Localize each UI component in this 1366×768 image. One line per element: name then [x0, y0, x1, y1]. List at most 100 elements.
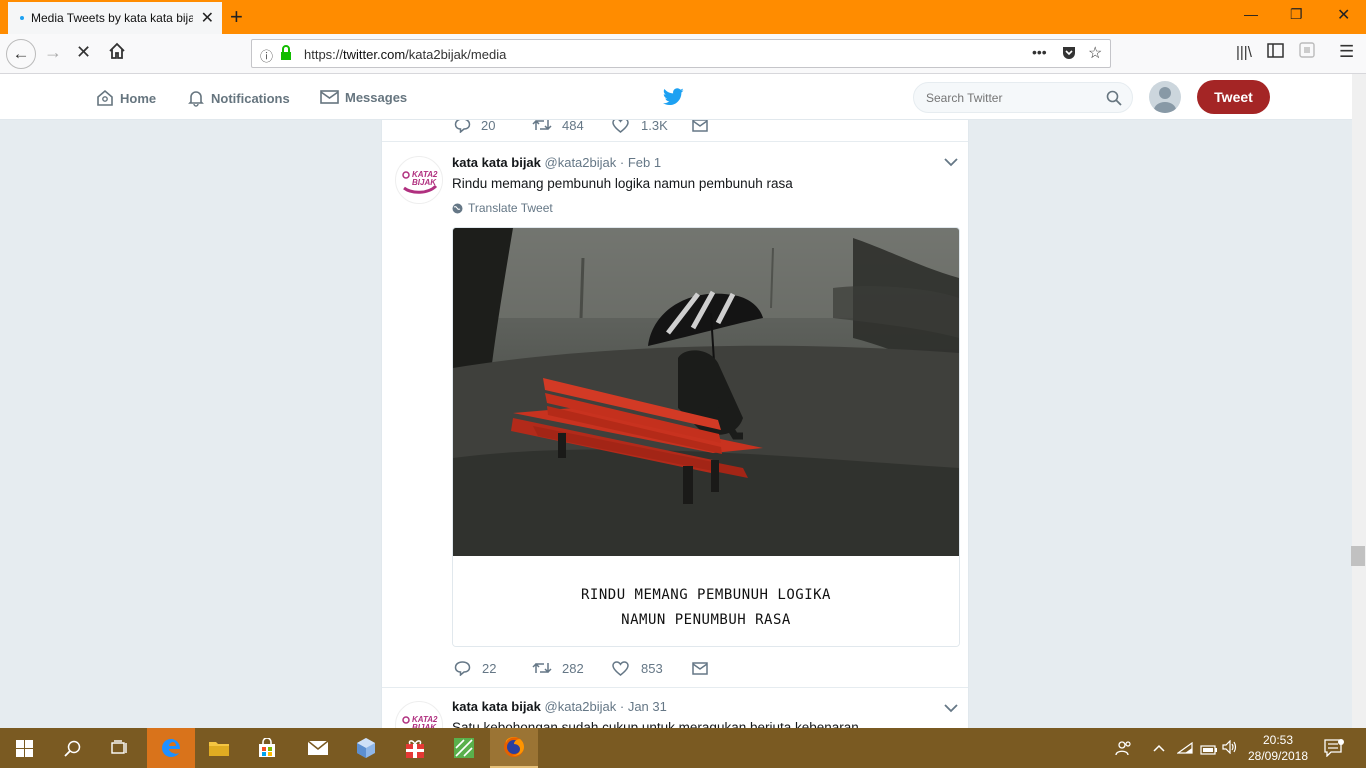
task-view-button[interactable]: [96, 728, 144, 768]
menu-icon[interactable]: ☰: [1339, 42, 1354, 62]
avatar-logo-text: KATA2 BIJAK: [412, 170, 438, 187]
browser-tab[interactable]: Media Tweets by kata kata bijak ✕: [8, 2, 222, 34]
like-count: 853: [641, 660, 663, 676]
tweet-button[interactable]: Tweet: [1197, 80, 1270, 114]
profile-avatar[interactable]: [1149, 81, 1181, 113]
nav-home[interactable]: Home: [96, 89, 156, 107]
tweet-date[interactable]: · Feb 1: [620, 155, 661, 170]
tweet-author-name[interactable]: kata kata bijak: [452, 699, 541, 714]
address-bar[interactable]: ⓘ https://twitter.com/kata2bijak/media •…: [251, 39, 1111, 68]
taskbar-green-app[interactable]: [440, 728, 488, 768]
avatar-logo-text: KATA2 BIJAK: [412, 715, 438, 729]
library-icon[interactable]: |||\: [1236, 44, 1252, 61]
retweet-icon: [532, 662, 552, 674]
tweet[interactable]: KATA2 BIJAK kata kata bijak @kata2bijak …: [382, 141, 968, 688]
bookmark-star-icon[interactable]: ☆: [1088, 43, 1102, 63]
tweet-text: Satu kebohongan sudah cukup untuk meragu…: [452, 720, 859, 728]
envelope-icon: [692, 661, 708, 675]
battery-icon[interactable]: [1200, 742, 1218, 760]
pocket-icon[interactable]: [1061, 45, 1077, 66]
minimize-window-button[interactable]: —: [1244, 6, 1258, 22]
forward-button[interactable]: →: [44, 42, 62, 63]
close-tab-icon[interactable]: ✕: [201, 8, 214, 28]
taskbar-store[interactable]: [243, 728, 291, 768]
taskbar-file-explorer[interactable]: [195, 728, 243, 768]
tweet-author-avatar[interactable]: KATA2 BIJAK: [395, 701, 443, 728]
taskbar-search-button[interactable]: [48, 728, 96, 768]
action-center-icon[interactable]: [1324, 739, 1344, 762]
browser-navbar: ← → ✕ ⓘ https://twitter.com/kata2bijak/m…: [0, 34, 1366, 74]
clock-time: 20:53: [1262, 733, 1294, 747]
rainy-park-photo: [453, 228, 959, 556]
back-button[interactable]: ←: [6, 39, 36, 69]
twitter-top-nav: Home Notifications Messages Tweet: [0, 74, 1352, 120]
like-count: 1.3K: [641, 120, 668, 133]
search-box[interactable]: [913, 82, 1133, 113]
search-input[interactable]: [926, 91, 1096, 105]
tweet-menu-chevron-icon[interactable]: [944, 702, 958, 716]
windows-logo-icon: [15, 739, 33, 757]
home-icon: [109, 42, 125, 59]
reply-icon: [454, 661, 471, 676]
retweet-count: 282: [562, 660, 584, 676]
search-icon[interactable]: [1106, 90, 1122, 111]
taskbar-gift-app[interactable]: [391, 728, 439, 768]
restore-window-button[interactable]: ❐: [1290, 6, 1303, 23]
translate-tweet-link[interactable]: Translate Tweet: [452, 201, 553, 215]
sidebar-icon[interactable]: [1267, 42, 1284, 63]
heart-icon: [612, 660, 629, 676]
page-scrollbar-thumb[interactable]: [1351, 546, 1365, 566]
home-button[interactable]: [108, 42, 126, 65]
like-button[interactable]: 1.3K: [612, 120, 692, 133]
extension-icon[interactable]: [1299, 42, 1315, 63]
direct-message-button[interactable]: [692, 120, 708, 132]
info-icon[interactable]: ⓘ: [260, 46, 273, 65]
cube-app-icon: [357, 738, 375, 758]
retweet-button[interactable]: 484: [532, 120, 612, 133]
twitter-logo-icon[interactable]: [662, 88, 684, 111]
clock-date: 28/09/2018: [1247, 749, 1309, 763]
firefox-icon: [504, 737, 524, 757]
people-icon[interactable]: [1115, 739, 1133, 762]
search-icon: [63, 740, 80, 757]
image-caption-line-1: RINDU MEMANG PEMBUNUH LOGIKA: [580, 587, 831, 603]
tweet-author-handle[interactable]: @kata2bijak: [545, 699, 617, 714]
lock-icon[interactable]: [280, 45, 292, 66]
retweet-button[interactable]: 282: [532, 661, 612, 676]
tweet[interactable]: KATA2 BIJAK kata kata bijak @kata2bijak …: [382, 687, 968, 728]
reply-count: 20: [481, 120, 496, 133]
volume-icon[interactable]: [1222, 739, 1238, 759]
close-window-button[interactable]: ✕: [1337, 5, 1350, 25]
direct-message-button[interactable]: [692, 661, 708, 675]
tweet-author-handle[interactable]: @kata2bijak: [545, 155, 617, 170]
retweet-icon: [532, 120, 552, 131]
taskbar-edge[interactable]: [147, 728, 195, 768]
reply-button[interactable]: 22: [454, 660, 532, 676]
taskbar-firefox[interactable]: [490, 728, 538, 768]
tweet-menu-chevron-icon[interactable]: [944, 156, 958, 170]
tweet-text: Rindu memang pembunuh logika namun pembu…: [452, 176, 793, 191]
taskbar-app-cube[interactable]: [342, 728, 390, 768]
stop-loading-button[interactable]: ✕: [76, 42, 91, 63]
task-view-icon: [111, 740, 127, 754]
new-tab-button[interactable]: +: [230, 4, 243, 30]
tweet-author-name[interactable]: kata kata bijak: [452, 155, 541, 170]
nav-messages[interactable]: Messages: [320, 89, 407, 105]
nav-notifications[interactable]: Notifications: [187, 89, 290, 107]
tweet-author-avatar[interactable]: KATA2 BIJAK: [395, 156, 443, 204]
page-scrollbar[interactable]: [1352, 74, 1366, 728]
taskbar-clock[interactable]: 20:53 28/09/2018: [1246, 732, 1310, 764]
reply-button[interactable]: 20: [454, 120, 532, 133]
loading-indicator-icon: [20, 16, 24, 20]
gift-icon: [406, 740, 424, 758]
wifi-icon[interactable]: [1176, 741, 1193, 759]
retweet-count: 484: [562, 120, 584, 133]
taskbar-mail[interactable]: [294, 728, 342, 768]
like-button[interactable]: 853: [612, 661, 692, 676]
start-button[interactable]: [0, 728, 48, 768]
tray-expand-chevron-icon[interactable]: [1153, 739, 1165, 755]
heart-icon: [612, 120, 629, 133]
tweet-date[interactable]: · Jan 31: [620, 699, 667, 714]
tweet-media-image[interactable]: RINDU MEMANG PEMBUNUH LOGIKA NAMUN PENUM…: [452, 227, 960, 647]
page-actions-icon[interactable]: •••: [1032, 44, 1047, 60]
